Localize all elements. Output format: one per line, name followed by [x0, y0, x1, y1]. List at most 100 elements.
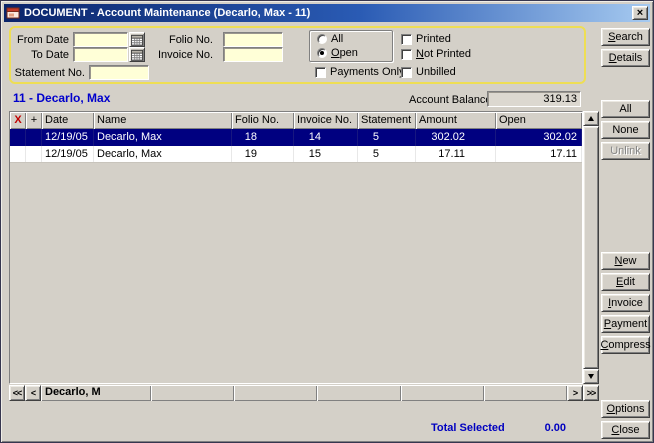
statement-no-label: Statement No.	[13, 67, 85, 79]
none-button[interactable]: None	[601, 121, 650, 139]
cell-name: Decarlo, Max	[94, 146, 232, 162]
nav-first-button[interactable]: <<	[9, 385, 25, 401]
grid-empty-area	[10, 163, 582, 383]
record-tabs: Decarlo, M	[41, 385, 567, 401]
unbilled-checkbox-box	[401, 67, 412, 78]
titlebar-close-button[interactable]: ×	[632, 6, 648, 20]
from-date-input[interactable]	[73, 32, 128, 47]
cell-plus[interactable]	[26, 129, 42, 146]
documents-grid: X + Date Name Folio No. Invoice No. Stat…	[9, 111, 583, 384]
cell-open: 17.11	[496, 146, 582, 162]
column-header-plus[interactable]: +	[26, 112, 42, 129]
vertical-scrollbar[interactable]	[583, 111, 599, 384]
all-open-radio-group: All Open	[309, 30, 393, 62]
grid-header-row: X + Date Name Folio No. Invoice No. Stat…	[10, 112, 582, 129]
column-header-amount[interactable]: Amount	[416, 112, 496, 129]
invoice-no-label: Invoice No.	[145, 49, 213, 61]
record-tab-empty[interactable]	[484, 385, 567, 401]
column-header-name[interactable]: Name	[94, 112, 232, 129]
folio-no-label: Folio No.	[155, 34, 213, 46]
cell-amount: 302.02	[416, 129, 496, 146]
total-selected-label: Total Selected	[431, 422, 505, 434]
invoice-button[interactable]: Invoice	[601, 294, 650, 312]
cell-date: 12/19/05	[42, 129, 94, 146]
column-header-x[interactable]: X	[10, 112, 26, 129]
cell-amount: 17.11	[416, 146, 496, 162]
unbilled-checkbox-label: Unbilled	[416, 66, 456, 78]
table-row[interactable]: 12/19/05 Decarlo, Max 19 15 5 17.11 17.1…	[10, 146, 582, 163]
scroll-down-icon[interactable]	[583, 369, 599, 384]
scrollbar-thumb[interactable]	[583, 126, 599, 369]
cell-statement: 5	[358, 129, 416, 146]
titlebar[interactable]: DOCUMENT - Account Maintenance (Decarlo,…	[4, 4, 650, 22]
account-balance-value: 319.13	[487, 91, 581, 107]
cell-date: 12/19/05	[42, 146, 94, 162]
account-title: 11 - Decarlo, Max	[13, 91, 110, 105]
column-header-date[interactable]: Date	[42, 112, 94, 129]
all-button[interactable]: All	[601, 100, 650, 118]
edit-button[interactable]: Edit	[601, 273, 650, 291]
invoice-no-input[interactable]	[223, 47, 283, 62]
column-header-invoice[interactable]: Invoice No.	[294, 112, 358, 129]
cell-invoice: 14	[294, 129, 358, 146]
cell-folio: 19	[232, 146, 294, 162]
folio-no-input[interactable]	[223, 32, 283, 47]
not-printed-checkbox[interactable]: Not Printed	[401, 48, 471, 60]
to-date-label: To Date	[15, 49, 69, 61]
radio-all-circle	[317, 34, 327, 44]
window-title: DOCUMENT - Account Maintenance (Decarlo,…	[24, 7, 632, 19]
filter-panel: From Date Folio No. To Date Invoice No. …	[9, 26, 586, 84]
radio-all[interactable]: All	[317, 33, 343, 45]
to-date-calendar-icon[interactable]	[129, 47, 145, 62]
new-button[interactable]: New	[601, 252, 650, 270]
nav-last-button[interactable]: >>	[583, 385, 599, 401]
cell-x[interactable]	[10, 146, 26, 162]
unlink-button: Unlink	[601, 142, 650, 160]
from-date-label: From Date	[15, 34, 69, 46]
payments-only-checkbox-box	[315, 67, 326, 78]
close-button[interactable]: Close	[601, 421, 650, 439]
from-date-calendar-icon[interactable]	[129, 32, 145, 47]
cell-plus[interactable]	[26, 146, 42, 162]
radio-open-circle	[317, 48, 327, 58]
cell-folio: 18	[232, 129, 294, 146]
compress-button[interactable]: Compress	[601, 336, 650, 354]
not-printed-checkbox-label: Not Printed	[416, 48, 471, 60]
record-tab-empty[interactable]	[234, 385, 317, 401]
total-selected-value: 0.00	[506, 422, 566, 434]
not-printed-checkbox-box	[401, 49, 412, 60]
table-row[interactable]: 12/19/05 Decarlo, Max 18 14 5 302.02 302…	[10, 129, 582, 146]
printed-checkbox-box	[401, 34, 412, 45]
window-icon	[6, 6, 20, 20]
cell-x[interactable]	[10, 129, 26, 146]
payments-only-checkbox-label: Payments Only	[330, 66, 405, 78]
radio-all-label: All	[331, 33, 343, 45]
nav-next-button[interactable]: >	[567, 385, 583, 401]
record-tab-decarlo[interactable]: Decarlo, M	[41, 385, 151, 401]
radio-open-label: Open	[331, 47, 358, 59]
options-button[interactable]: Options	[601, 400, 650, 418]
account-maintenance-window: DOCUMENT - Account Maintenance (Decarlo,…	[0, 0, 654, 443]
record-tab-empty[interactable]	[401, 385, 484, 401]
column-header-folio[interactable]: Folio No.	[232, 112, 294, 129]
cell-invoice: 15	[294, 146, 358, 162]
statement-no-input[interactable]	[89, 65, 149, 80]
nav-prev-button[interactable]: <	[25, 385, 41, 401]
printed-checkbox-label: Printed	[416, 33, 451, 45]
printed-checkbox[interactable]: Printed	[401, 33, 451, 45]
to-date-input[interactable]	[73, 47, 128, 62]
search-button[interactable]: Search	[601, 28, 650, 46]
record-nav-strip: << < Decarlo, M > >>	[9, 385, 599, 401]
scroll-up-icon[interactable]	[583, 111, 599, 126]
column-header-statement[interactable]: Statement	[358, 112, 416, 129]
unbilled-checkbox[interactable]: Unbilled	[401, 66, 456, 78]
record-tab-empty[interactable]	[317, 385, 400, 401]
details-button[interactable]: Details	[601, 49, 650, 67]
radio-open[interactable]: Open	[317, 47, 358, 59]
cell-name: Decarlo, Max	[94, 129, 232, 146]
column-header-open[interactable]: Open	[496, 112, 582, 129]
payments-only-checkbox[interactable]: Payments Only	[315, 66, 405, 78]
payment-button[interactable]: Payment	[601, 315, 650, 333]
account-balance-label: Account Balance	[409, 94, 492, 106]
record-tab-empty[interactable]	[151, 385, 234, 401]
